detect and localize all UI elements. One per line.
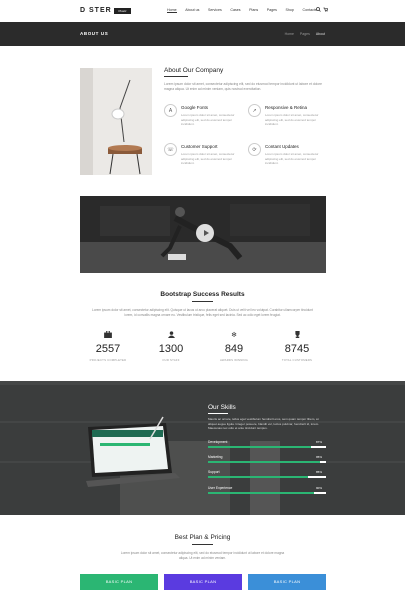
menu-item-pages[interactable]: Pages [267,8,277,13]
stat-number: 2557 [95,343,121,355]
snowflake-icon: ❄ [231,332,237,339]
pricing-title: Best Plan & Pricing [174,534,231,541]
feature-description: Lorem ipsum dolor sit amet, consectetur … [265,152,319,165]
site-logo[interactable]: D STER [80,7,112,14]
stat-number: 1300 [158,343,184,355]
breadcrumb-home[interactable]: Home [285,32,294,36]
refresh-icon: ⟳ [248,143,261,156]
about-lamp-image [80,68,152,175]
breadcrumb: Home Pages About [285,32,325,36]
about-description: Lorem ipsum dolor sit amet, consectetur … [164,82,322,91]
feature-description: Lorem ipsum dolor sit amet, consectetur … [181,113,235,126]
skill-label: Development [208,440,228,444]
title-underline [192,301,213,302]
menu-item-about[interactable]: About us [185,8,199,13]
skill-bar [208,476,326,478]
skill-label: Support [208,470,220,474]
stat-staff: 1300 OUR STAFF [141,331,201,362]
skill-percent: 90% [316,486,323,490]
stat-label: OUR STAFF [162,358,180,362]
video-player[interactable] [80,196,326,273]
success-title: Bootstrap Success Results [160,291,245,298]
feature-description: Lorem ipsum dolor sit amet, consectetur … [265,113,319,126]
skills-description: Mauris ac ornare, tellus eget vestibulum… [208,417,320,430]
phone-icon: ☏ [164,143,177,156]
play-button[interactable] [196,224,214,242]
breadcrumb-current: About [315,32,325,36]
basic-plan-button[interactable]: BASIC PLAN [80,574,158,590]
page-title: ABOUT US [80,31,109,36]
user-icon [141,331,201,341]
skill-bar-fill [208,446,311,448]
skill-percent: 85% [316,470,323,474]
feature-description: Lorem ipsum dolor sit amet, consectetur … [181,152,235,165]
stat-projects: 2557 PROJECTS COMPLETED [78,330,138,362]
skills-section [0,381,405,515]
stat-customers: 8745 TOTAL CUSTOMERS [267,331,327,362]
menu-item-cases[interactable]: Cases [230,8,240,13]
skill-percent: 87% [316,440,323,444]
menu-item-shop[interactable]: Shop [286,8,294,13]
breadcrumb-pages[interactable]: Pages [300,32,310,36]
logo-badge: Pixelz [114,8,131,14]
feature-title: Google Fonts [181,105,209,110]
menu-item-contacts[interactable]: Contacts [303,8,317,13]
skill-bar [208,461,326,463]
skill-label: Marketing [208,455,223,459]
basic-plan-button[interactable]: BASIC PLAN [248,574,326,590]
title-underline [192,544,213,545]
stat-label: TOTAL CUSTOMERS [281,358,313,362]
skill-percent: 95% [316,455,323,459]
briefcase-icon [78,330,138,341]
text-icon: A [164,104,177,117]
stat-number: 8745 [284,343,310,355]
title-underline [208,413,228,414]
stat-label: PROJECTS COMPLETED [89,358,127,362]
menu-item-services[interactable]: Services [208,8,222,13]
stat-awards: ❄ 849 AWARDS WINNING [204,331,264,362]
skill-bar [208,492,326,494]
feature-title: Customer Support [181,144,218,149]
stat-number: 849 [224,343,244,355]
about-title: About Our Company [164,67,224,74]
menu-item-plans[interactable]: Plans [249,8,258,13]
skill-bar-fill [208,461,321,463]
page-header-bar: ABOUT US Home Pages About [0,22,405,46]
skill-bar-fill [208,492,315,494]
skill-bar-fill [208,476,309,478]
main-menu: Home About us Services Cases Plans Pages… [167,8,325,13]
feature-title: Contant Updates [265,144,299,149]
success-description: Lorem ipsum dolor sit amet, consectetur … [92,308,313,317]
basic-plan-button[interactable]: BASIC PLAN [164,574,242,590]
top-navbar: D STER Pixelz Home About us Services Cas… [0,0,405,22]
feature-title: Responsive & Retina [265,105,308,110]
skill-bar [208,446,326,448]
stat-label: AWARDS WINNING [219,358,249,362]
trophy-icon [267,331,327,341]
menu-item-home[interactable]: Home [167,8,177,13]
cart-icon[interactable] [323,7,329,14]
search-icon[interactable] [316,7,321,14]
skill-label: User Experience [208,486,233,490]
title-underline [164,76,188,77]
pointer-icon: ↗ [248,104,261,117]
skills-title: Our Skills [208,404,236,411]
pricing-description: Lorem ipsum dolor sit amet, consectetur … [120,551,285,560]
